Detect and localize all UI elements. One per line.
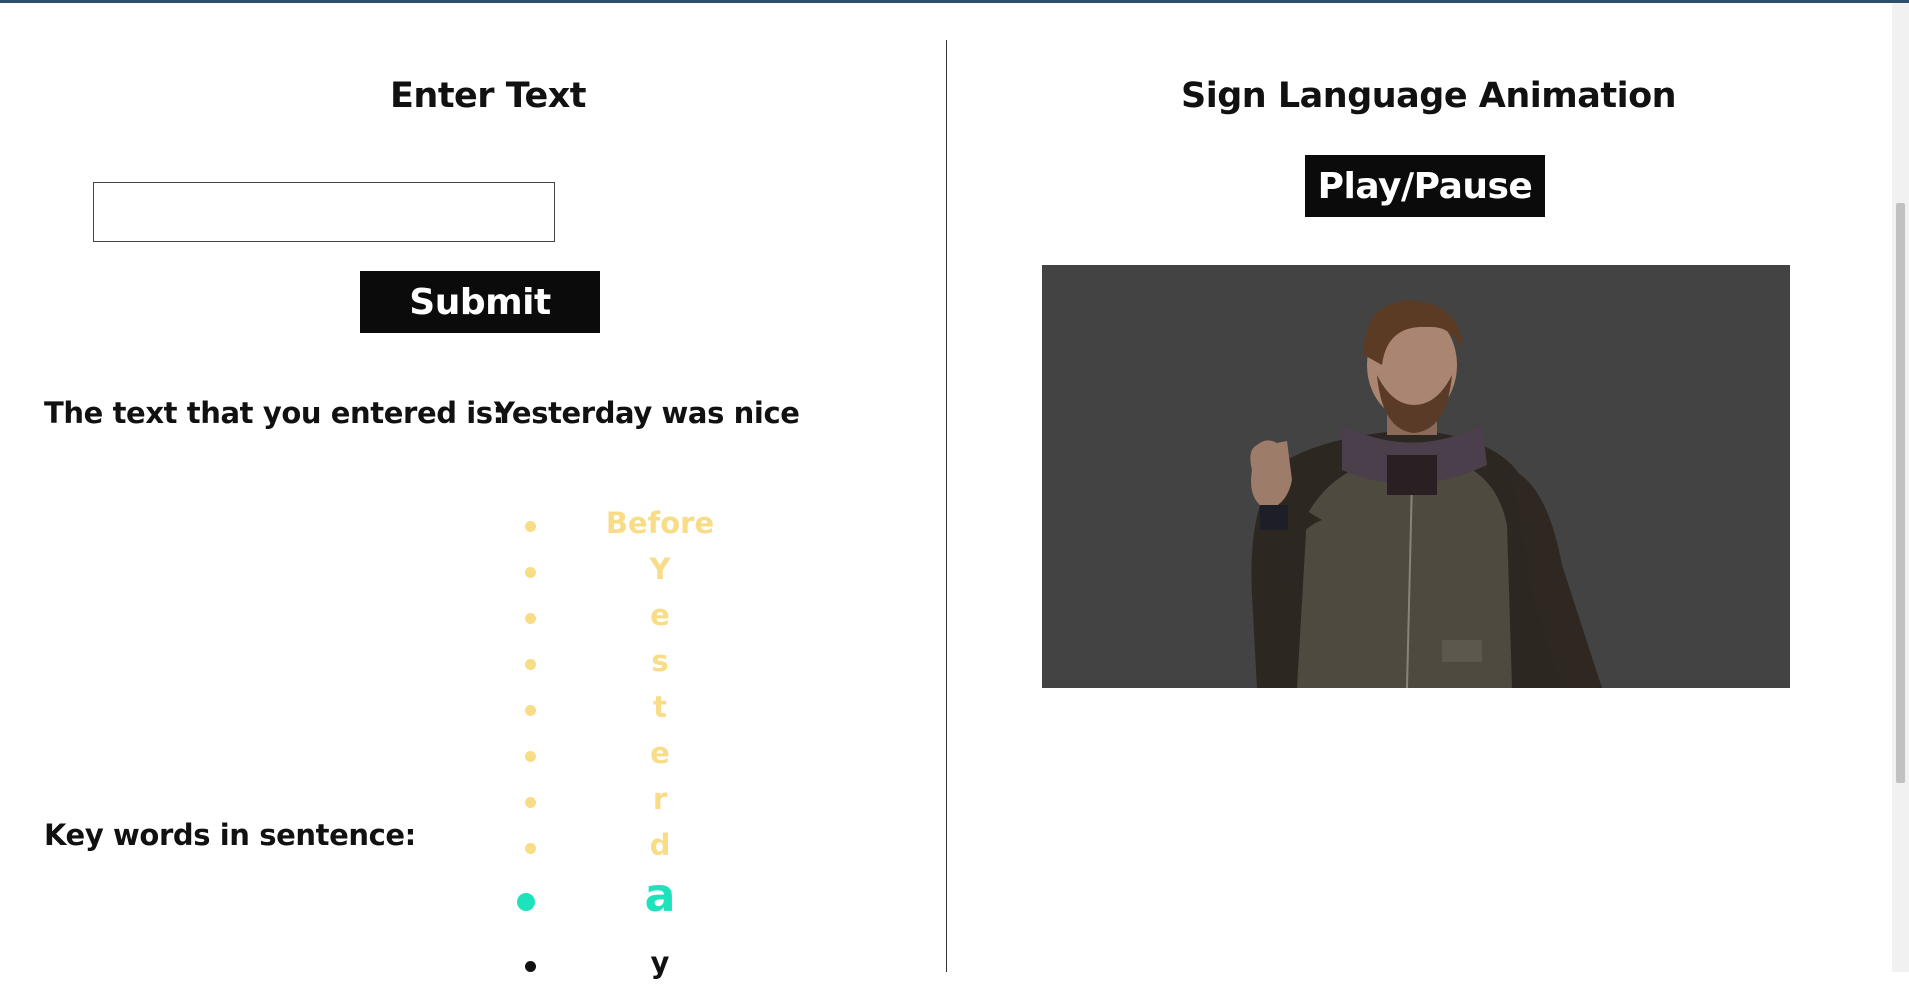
keyword-text: r — [652, 782, 668, 816]
keyword-bullet — [525, 659, 536, 670]
keyword-bullet — [525, 705, 536, 716]
keyword-item: Before — [495, 506, 755, 552]
keyword-item: r — [495, 782, 755, 828]
text-input[interactable] — [93, 182, 555, 242]
animation-panel: Sign Language Animation Play/Pause — [947, 3, 1892, 972]
keyword-text: Y — [649, 552, 671, 586]
keyword-bullet — [525, 613, 536, 624]
entered-text-value: Yesterday was nice — [494, 396, 800, 430]
play-pause-button[interactable]: Play/Pause — [1305, 155, 1545, 217]
scrollbar-thumb[interactable] — [1896, 203, 1905, 783]
keyword-item: e — [495, 598, 755, 644]
keyword-bullet — [525, 567, 536, 578]
keyword-text: a — [644, 868, 676, 922]
sign-animation-video[interactable] — [1042, 265, 1790, 688]
keyword-text: s — [651, 644, 669, 678]
keyword-bullet — [525, 961, 536, 972]
keyword-item: a — [495, 868, 755, 928]
keyword-text: y — [650, 946, 670, 980]
keyword-bullet — [525, 521, 536, 532]
keyword-bullet — [525, 751, 536, 762]
keyword-bullet — [525, 843, 536, 854]
keyword-text: d — [649, 828, 671, 862]
keyword-item: y — [495, 946, 755, 992]
keyword-item: Y — [495, 552, 755, 598]
keywords-label: Key words in sentence: — [44, 818, 416, 852]
vertical-scrollbar[interactable] — [1892, 3, 1909, 972]
submit-button[interactable]: Submit — [360, 271, 600, 333]
keyword-item: t — [495, 690, 755, 736]
keyword-text: Before — [605, 506, 715, 540]
enter-text-heading: Enter Text — [390, 76, 587, 116]
keyword-bullet — [525, 797, 536, 808]
entered-text-label: The text that you entered is: — [44, 396, 504, 430]
keyword-text: e — [650, 736, 670, 770]
text-input-panel: Enter Text Submit The text that you ente… — [0, 3, 946, 980]
keyword-item: e — [495, 736, 755, 782]
keyword-bullet — [517, 893, 535, 911]
keyword-text: e — [650, 598, 670, 632]
sign-language-heading: Sign Language Animation — [1181, 76, 1677, 116]
avatar-figure — [1250, 300, 1602, 688]
keywords-list: Before Ye s t e r d a y — [495, 506, 755, 980]
keyword-text: t — [653, 690, 667, 724]
keyword-item: s — [495, 644, 755, 690]
